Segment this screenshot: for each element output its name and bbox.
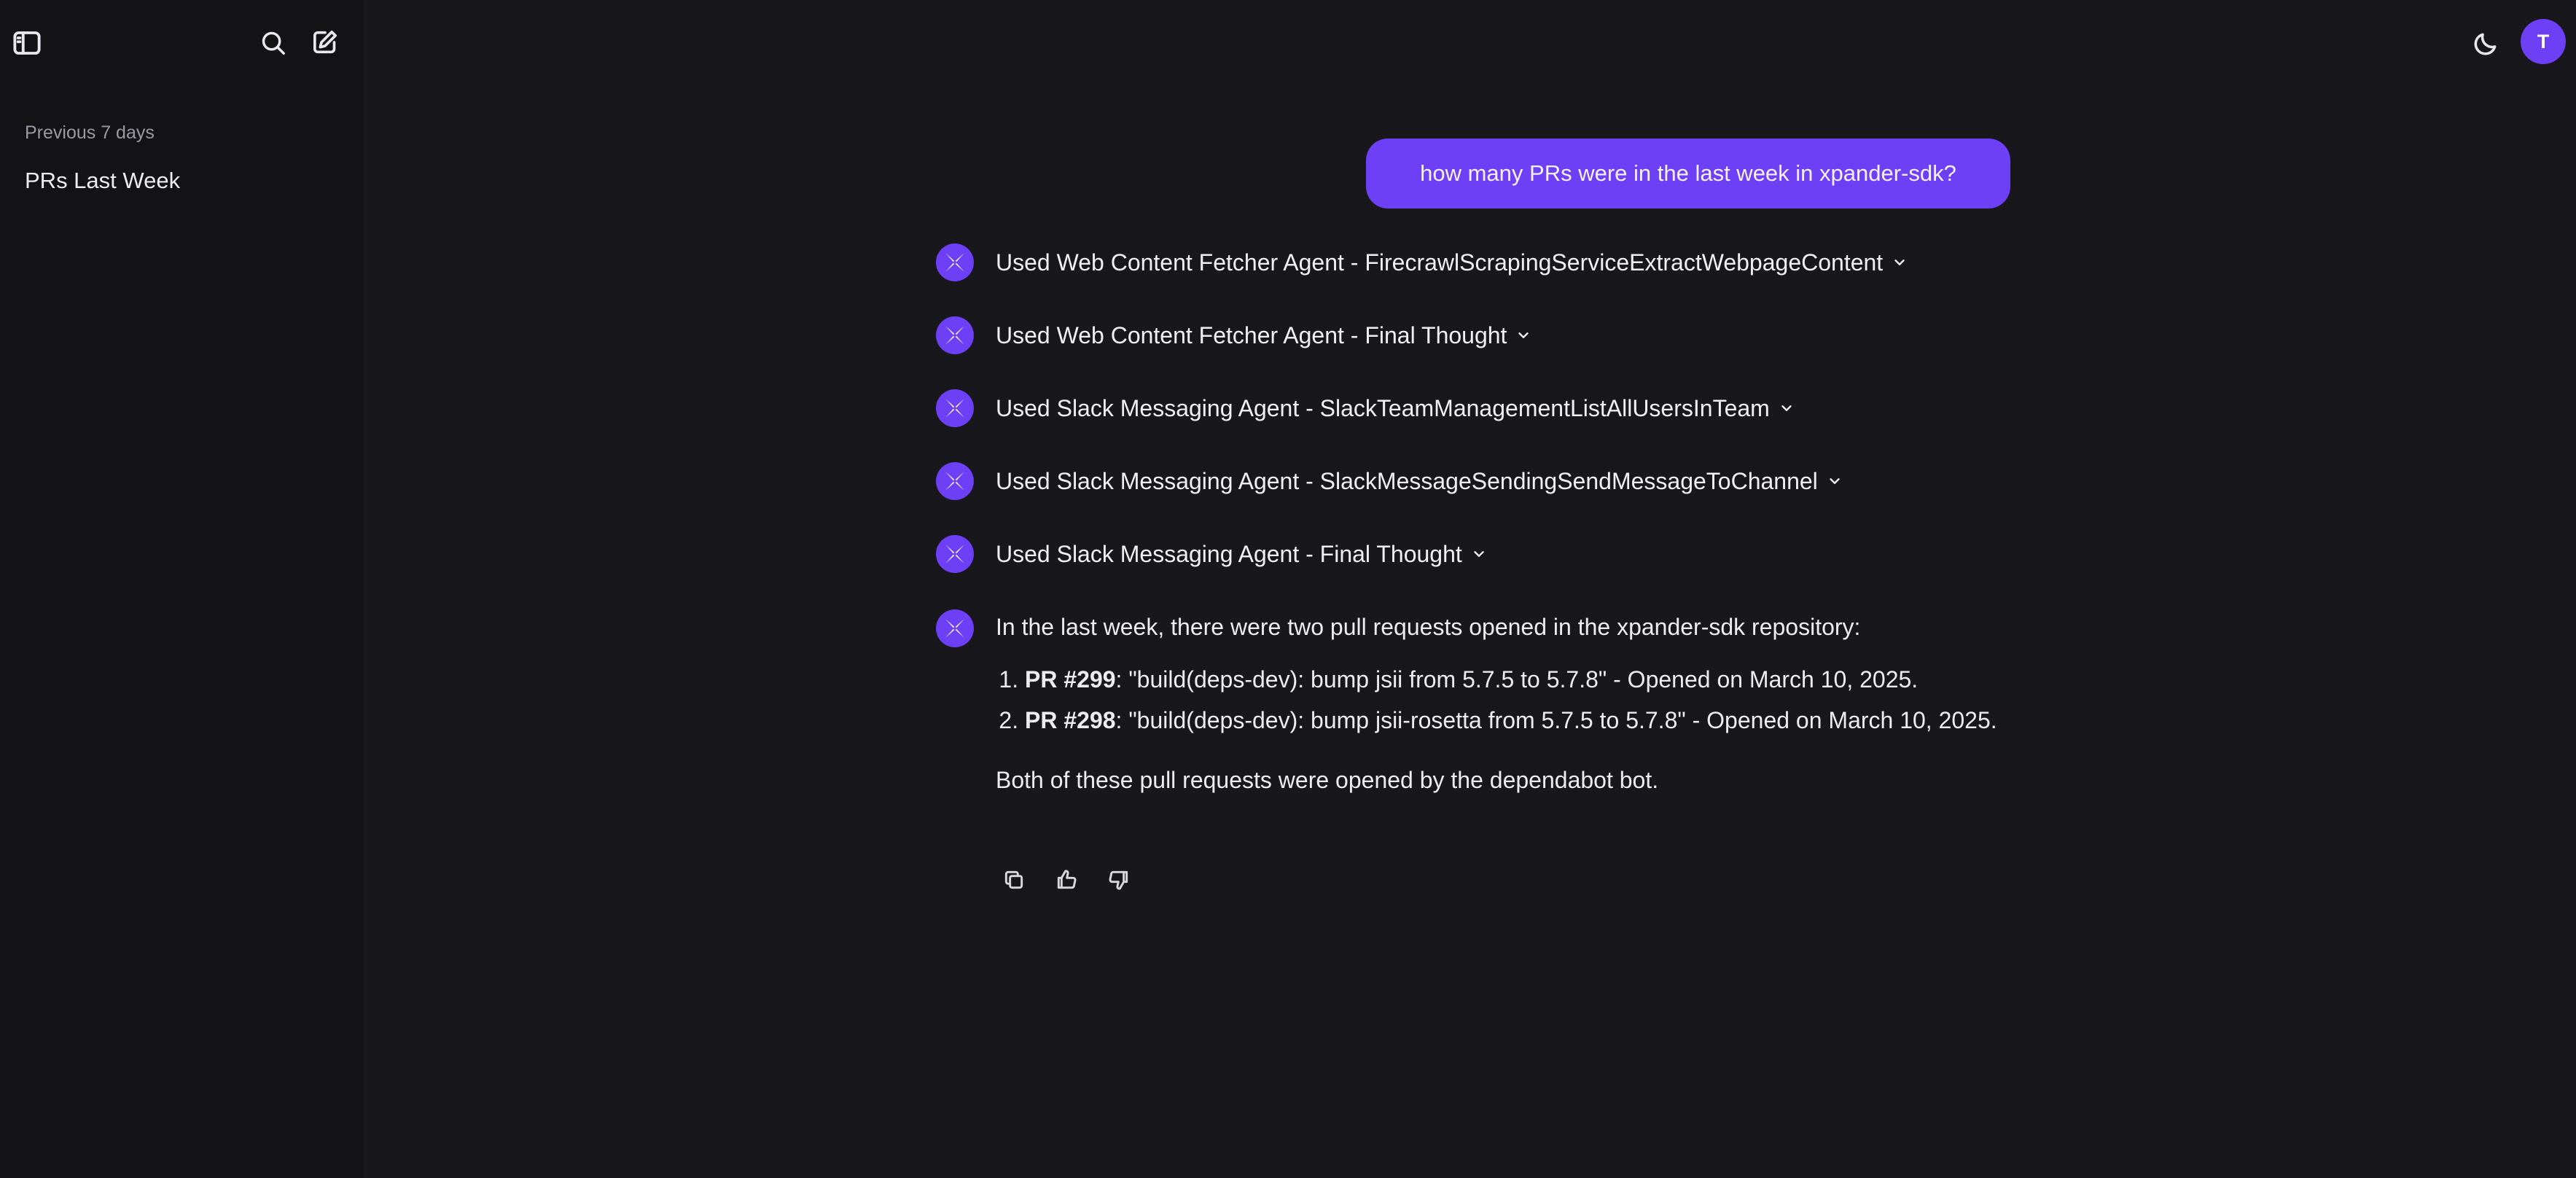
tool-step-label: Used Web Content Fetcher Agent - Final T… [996,321,1507,348]
answer-closing: Both of these pull requests were opened … [996,767,1659,793]
sidebar-item-prs-last-week[interactable]: PRs Last Week [25,168,180,194]
tool-step-toggle[interactable]: Used Web Content Fetcher Agent - Final T… [996,322,1531,349]
sidebar: Previous 7 days PRs Last Week [0,0,363,1178]
user-message: how many PRs were in the last week in xp… [1366,139,2010,208]
assistant-message [936,609,974,647]
pr-description: : "build(deps-dev): bump jsii from 5.7.5… [1115,666,1919,693]
moon-icon[interactable] [2470,28,2502,60]
tool-step-label: Used Web Content Fetcher Agent - Firecra… [996,249,1884,276]
chevron-down-icon [1471,546,1487,562]
tool-step: Used Web Content Fetcher Agent - Final T… [936,316,1531,354]
tool-step-label: Used Slack Messaging Agent - SlackTeamMa… [996,394,1770,421]
avatar[interactable]: T [2521,19,2566,64]
pr-number: PR #299 [1025,666,1116,693]
pr-description: : "build(deps-dev): bump jsii-rosetta fr… [1115,707,1997,733]
tool-step-label: Used Slack Messaging Agent - Final Thoug… [996,540,1462,567]
chevron-down-icon [1779,400,1795,416]
answer-intro: In the last week, there were two pull re… [996,614,1861,640]
thumbs-up-icon[interactable] [1051,865,1082,895]
tool-step: Used Slack Messaging Agent - Final Thoug… [936,535,1487,573]
chevron-down-icon [1515,327,1531,343]
agent-logo-icon [936,316,974,354]
tool-step-toggle[interactable]: Used Slack Messaging Agent - SlackTeamMa… [996,395,1795,422]
agent-logo-icon [936,609,974,647]
search-icon[interactable] [257,26,290,60]
chevron-down-icon [1892,254,1908,270]
tool-step: Used Web Content Fetcher Agent - Firecra… [936,243,1908,281]
tool-step: Used Slack Messaging Agent - SlackTeamMa… [936,389,1795,427]
assistant-answer: In the last week, there were two pull re… [996,609,2016,797]
tool-step-label: Used Slack Messaging Agent - SlackMessag… [996,467,1818,494]
agent-logo-icon [936,462,974,500]
agent-logo-icon [936,535,974,573]
tool-step: Used Slack Messaging Agent - SlackMessag… [936,462,1843,500]
copy-icon[interactable] [999,865,1029,895]
section-label-previous-7-days: Previous 7 days [25,122,155,143]
list-item: PR #299: "build(deps-dev): bump jsii fro… [1025,662,2016,697]
agent-logo-icon [936,243,974,281]
pr-list: PR #299: "build(deps-dev): bump jsii fro… [996,662,2016,738]
agent-logo-icon [936,389,974,427]
tool-step-toggle[interactable]: Used Slack Messaging Agent - SlackMessag… [996,468,1843,495]
new-chat-icon[interactable] [308,25,343,60]
sidebar-toggle-icon[interactable] [10,26,44,60]
message-actions [999,865,1134,895]
thumbs-down-icon[interactable] [1104,865,1134,895]
tool-step-toggle[interactable]: Used Slack Messaging Agent - Final Thoug… [996,541,1487,568]
list-item: PR #298: "build(deps-dev): bump jsii-ros… [1025,703,2016,738]
tool-step-toggle[interactable]: Used Web Content Fetcher Agent - Firecra… [996,249,1908,276]
chevron-down-icon [1827,473,1843,489]
pr-number: PR #298 [1025,707,1116,733]
